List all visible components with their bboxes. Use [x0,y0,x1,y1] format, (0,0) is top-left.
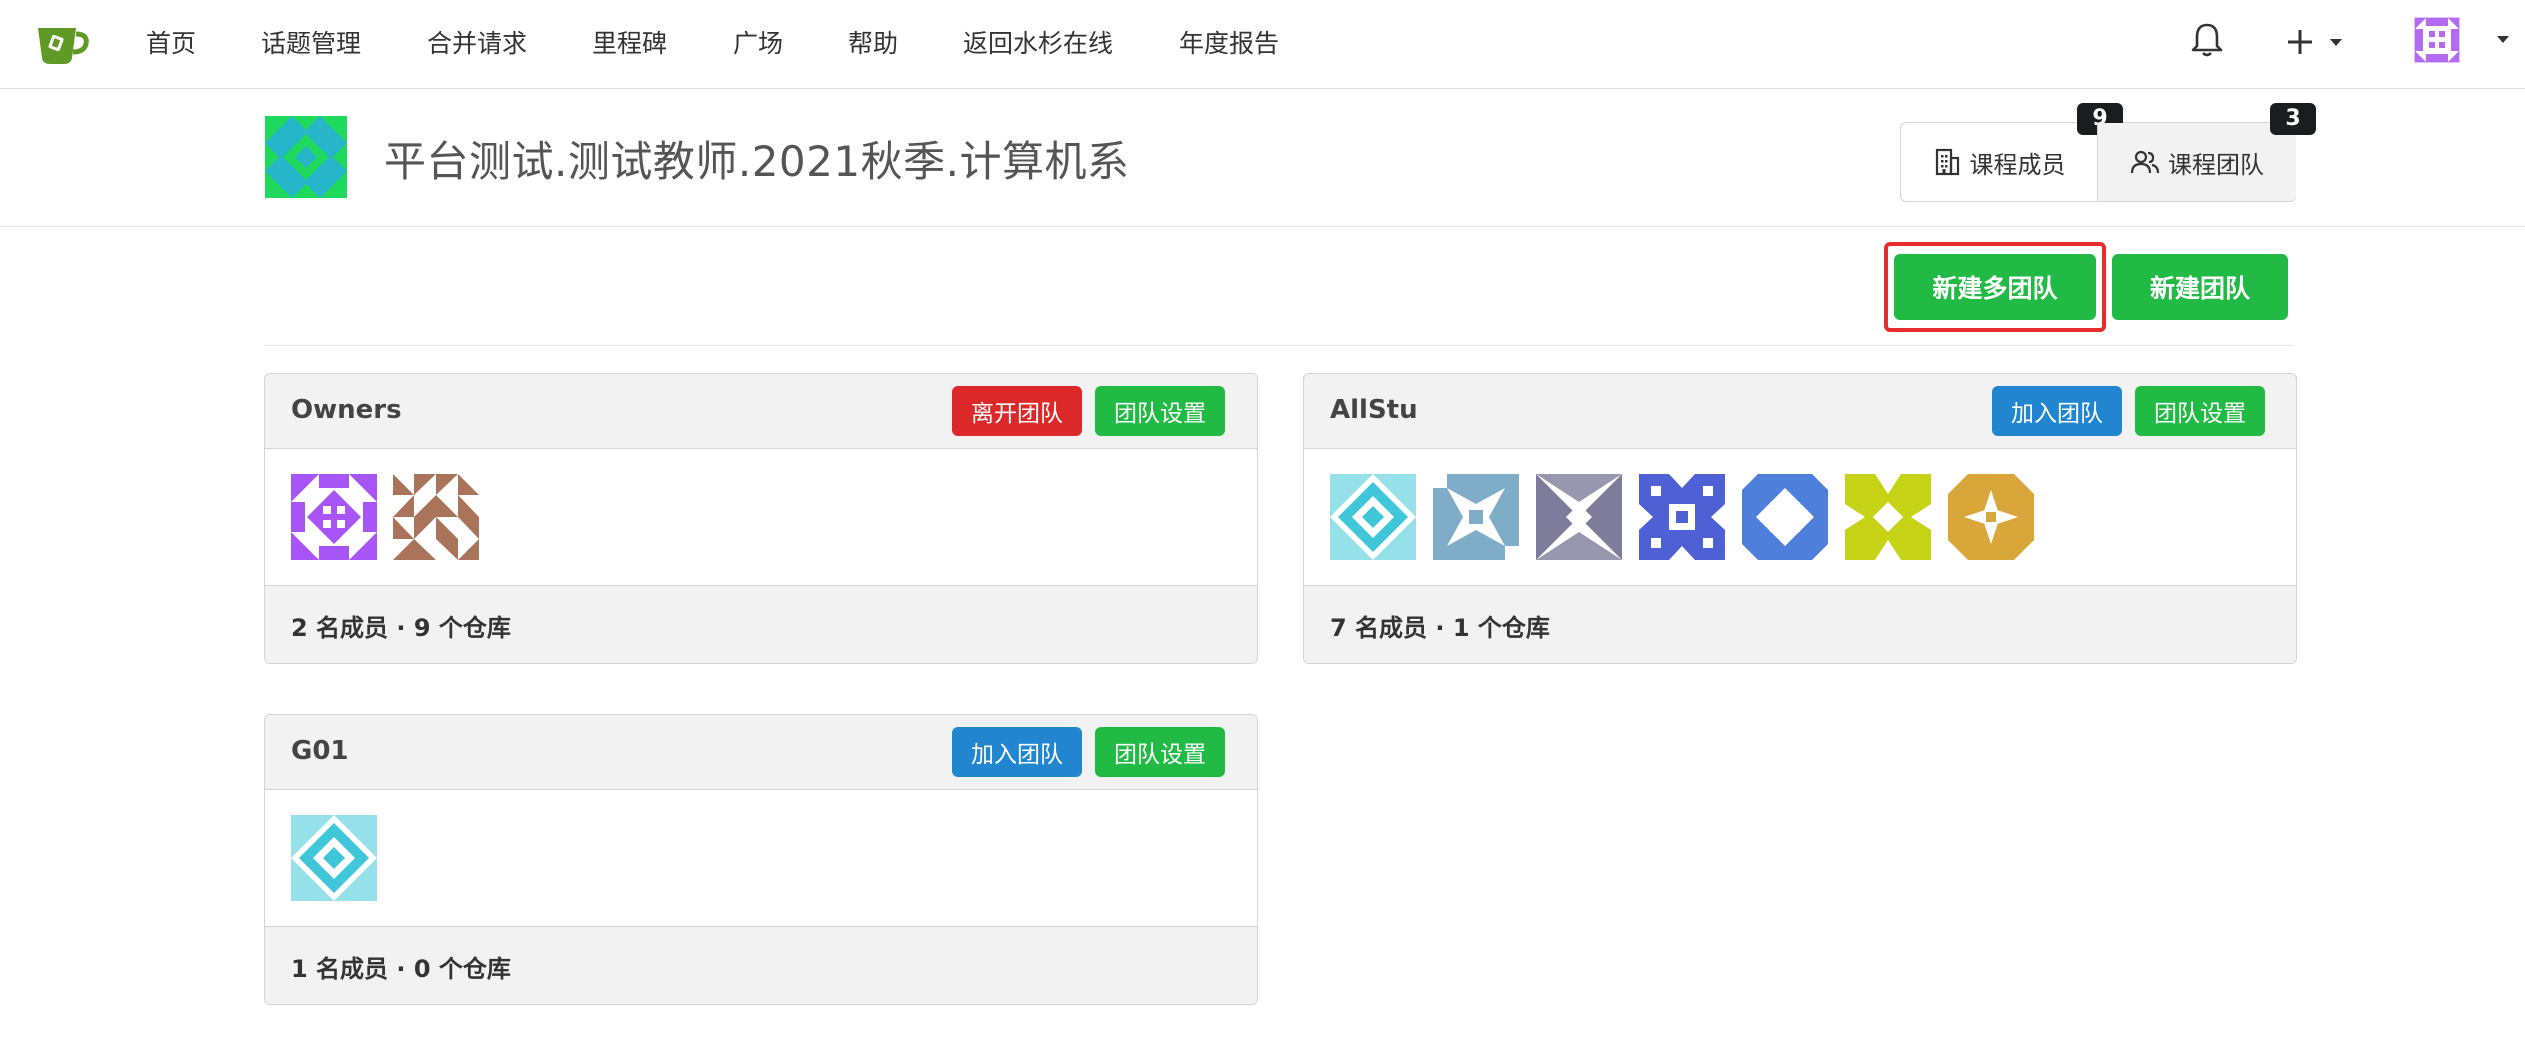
nav-milestones[interactable]: 里程碑 [592,24,667,60]
nav-annual-report[interactable]: 年度报告 [1179,24,1279,60]
team-card-allstu: AllStu 加入团队 团队设置 7 名成员 · 1 个仓库 [1303,373,2297,664]
team-settings-button[interactable]: 团队设置 [2135,386,2265,436]
user-menu[interactable] [2413,14,2513,66]
top-navbar: 首页 话题管理 合并请求 里程碑 广场 帮助 返回水杉在线 年度报告 [0,0,2525,89]
teams-count-badge: 3 [2270,103,2316,135]
member-avatar[interactable] [1639,474,1725,560]
join-team-button[interactable]: 加入团队 [952,727,1082,777]
nav-home[interactable]: 首页 [146,24,196,60]
team-members [1304,449,2296,585]
nav-explore[interactable]: 广场 [733,24,783,60]
caret-down-icon [2330,39,2342,46]
teacup-logo-icon[interactable] [36,20,90,66]
member-avatar[interactable] [1845,474,1931,560]
team-members [265,449,1257,585]
org-tabs: 课程成员 9 课程团队 3 [1900,103,2316,202]
team-name[interactable]: Owners [291,395,402,425]
team-name[interactable]: AllStu [1330,395,1418,425]
team-stats: 1 名成员 · 0 个仓库 [291,955,511,983]
team-stats: 7 名成员 · 1 个仓库 [1330,614,1550,642]
member-avatar[interactable] [1948,474,2034,560]
member-avatar[interactable] [291,474,377,560]
divider [265,345,2294,346]
org-avatar [265,116,347,198]
bell-icon[interactable] [2190,22,2224,58]
nav-pull-requests[interactable]: 合并请求 [427,24,527,60]
team-stats: 2 名成员 · 9 个仓库 [291,614,511,642]
new-team-button[interactable]: 新建团队 [2112,254,2288,320]
org-title: 平台测试.测试教师.2021秋季.计算机系 [384,137,1130,186]
team-settings-button[interactable]: 团队设置 [1095,386,1225,436]
team-name[interactable]: G01 [291,736,349,766]
nav-help[interactable]: 帮助 [848,24,898,60]
team-card-g01: G01 加入团队 团队设置 1 名成员 · 0 个仓库 [264,714,1258,1005]
people-icon [2130,150,2160,174]
team-members [265,790,1257,926]
tab-course-members[interactable]: 课程成员 9 [1901,103,2123,201]
member-avatar[interactable] [1330,474,1416,560]
team-card-footer: 7 名成员 · 1 个仓库 [1304,585,2296,663]
member-avatar[interactable] [393,474,479,560]
building-icon [1935,148,1959,176]
tab-course-teams[interactable]: 课程团队 3 [2097,103,2316,201]
nav-back-online[interactable]: 返回水杉在线 [963,24,1113,60]
member-avatar[interactable] [1433,474,1519,560]
member-avatar[interactable] [1742,474,1828,560]
team-card-footer: 1 名成员 · 0 个仓库 [265,926,1257,1004]
team-card-owners: Owners 离开团队 团队设置 2 名成员 · 9 个仓库 [264,373,1258,664]
member-avatar[interactable] [291,815,377,901]
tab-course-members-label: 课程成员 [1969,150,2066,179]
user-avatar [2414,17,2460,63]
tab-course-teams-label: 课程团队 [2168,150,2264,179]
caret-down-icon [2497,36,2509,43]
team-card-footer: 2 名成员 · 9 个仓库 [265,585,1257,663]
join-team-button[interactable]: 加入团队 [1992,386,2122,436]
team-card-header: G01 加入团队 团队设置 [265,715,1257,790]
nav-issues[interactable]: 话题管理 [261,24,361,60]
team-card-header: Owners 离开团队 团队设置 [265,374,1257,449]
create-menu[interactable] [2286,22,2346,62]
team-settings-button[interactable]: 团队设置 [1095,727,1225,777]
team-card-header: AllStu 加入团队 团队设置 [1304,374,2296,449]
leave-team-button[interactable]: 离开团队 [952,386,1082,436]
new-multi-team-button[interactable]: 新建多团队 [1894,254,2096,320]
member-avatar[interactable] [1536,474,1622,560]
plus-icon [2288,30,2312,54]
